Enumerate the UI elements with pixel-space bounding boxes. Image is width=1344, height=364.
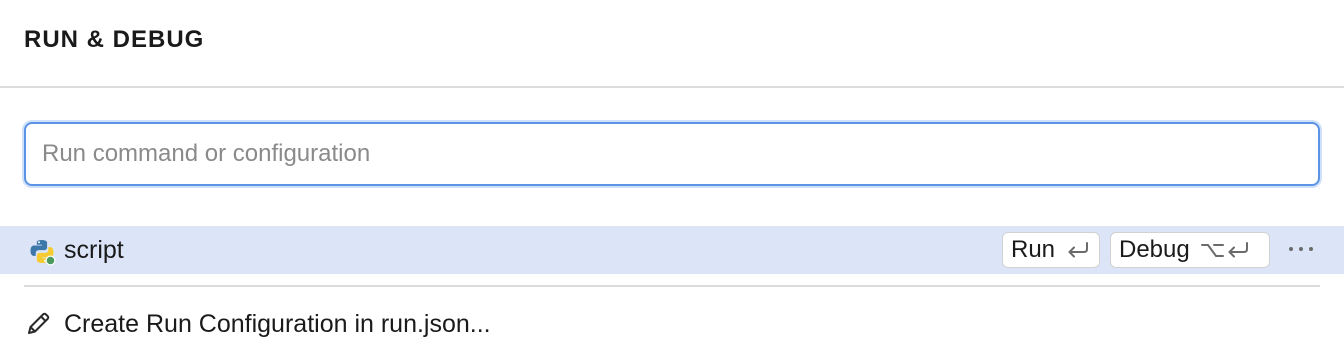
- create-run-configuration-item[interactable]: Create Run Configuration in run.json...: [24, 304, 491, 344]
- configuration-label: script: [64, 236, 124, 264]
- configuration-item-script[interactable]: script Run Debug: [0, 226, 1344, 274]
- more-horizontal-icon[interactable]: [1284, 234, 1318, 264]
- return-key-icon: [1065, 240, 1091, 260]
- python-icon: [30, 240, 56, 266]
- run-button-label: Run: [1011, 236, 1056, 263]
- debug-button-label: Debug: [1119, 236, 1190, 263]
- run-button[interactable]: Run: [1002, 232, 1100, 268]
- run-debug-panel: RUN & DEBUG script Run Debug: [0, 0, 1344, 364]
- pencil-icon: [28, 312, 50, 334]
- divider: [24, 285, 1320, 287]
- panel-header: RUN & DEBUG: [0, 0, 1344, 88]
- create-run-configuration-label: Create Run Configuration in run.json...: [64, 309, 491, 338]
- search-input[interactable]: [24, 122, 1320, 186]
- panel-title: RUN & DEBUG: [24, 26, 205, 53]
- debug-button[interactable]: Debug: [1110, 232, 1270, 268]
- option-return-key-icon: [1200, 240, 1252, 260]
